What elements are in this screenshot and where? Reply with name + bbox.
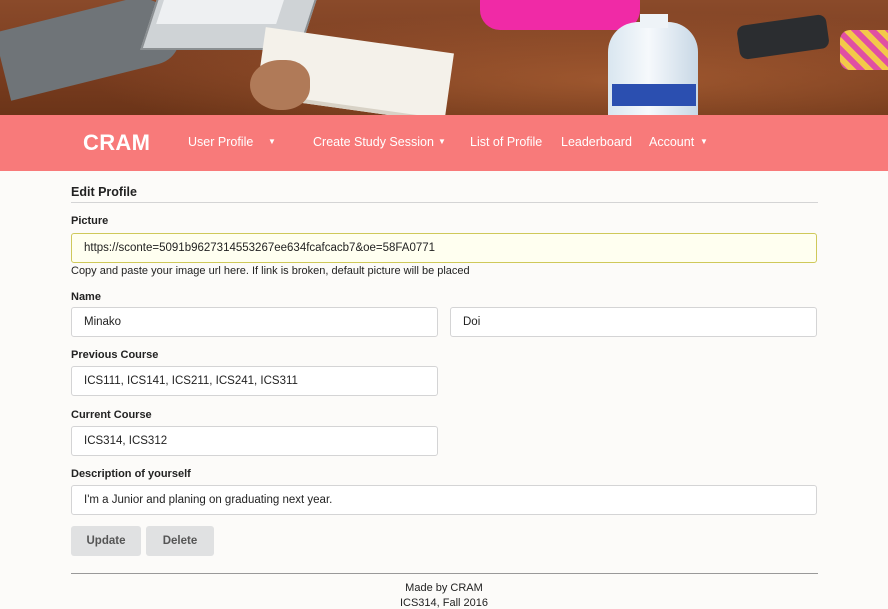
nav-create-study-session[interactable]: Create Study Session [313, 135, 434, 149]
current-course-input[interactable]: ICS314, ICS312 [71, 426, 438, 456]
last-name-input[interactable]: Doi [450, 307, 817, 337]
chevron-down-icon[interactable]: ▼ [268, 137, 276, 146]
footer-course: ICS314, Fall 2016 [399, 597, 489, 609]
brand-logo[interactable]: CRAM [83, 130, 150, 156]
patterned-fabric [840, 30, 888, 70]
bottle-cap [640, 14, 668, 28]
hero-photo [0, 0, 888, 115]
bottle-label [612, 84, 696, 106]
pink-laptop [480, 0, 640, 30]
laptop-screen [156, 0, 288, 24]
picture-help-text: Copy and paste your image url here. If l… [71, 265, 470, 277]
name-label: Name [71, 291, 101, 303]
nav-user-profile[interactable]: User Profile [188, 135, 253, 149]
picture-url-input[interactable]: https://sconte=5091b9627314553267ee634fc… [71, 233, 817, 263]
title-divider [71, 202, 818, 203]
nav-account[interactable]: Account [649, 135, 694, 149]
picture-label: Picture [71, 215, 109, 227]
footer-credit: Made by CRAM [405, 582, 483, 594]
nav-leaderboard[interactable]: Leaderboard [561, 135, 632, 149]
previous-course-label: Previous Course [71, 349, 159, 361]
nav-list-of-profile[interactable]: List of Profile [470, 135, 542, 149]
update-button[interactable]: Update [71, 526, 141, 556]
delete-button[interactable]: Delete [146, 526, 214, 556]
footer-divider [71, 573, 818, 574]
first-name-input[interactable]: Minako [71, 307, 438, 337]
chevron-down-icon[interactable]: ▼ [700, 137, 708, 146]
description-input[interactable]: I'm a Junior and planing on graduating n… [71, 485, 817, 515]
description-label: Description of yourself [71, 468, 191, 480]
page-title: Edit Profile [71, 185, 137, 199]
current-course-label: Current Course [71, 409, 152, 421]
top-navbar: CRAM User Profile ▼ Create Study Session… [0, 115, 888, 171]
chevron-down-icon[interactable]: ▼ [438, 137, 446, 146]
person-hand [250, 60, 310, 110]
previous-course-input[interactable]: ICS111, ICS141, ICS211, ICS241, ICS311 [71, 366, 438, 396]
